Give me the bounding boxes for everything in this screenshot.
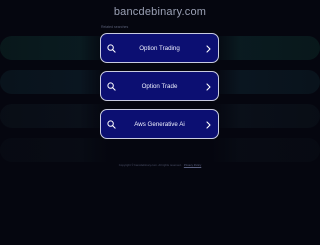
related-search-label: Option Trading	[139, 44, 180, 52]
search-icon	[107, 44, 116, 53]
site-domain-title: bancdebinary.com	[113, 6, 207, 18]
search-icon	[107, 82, 116, 91]
related-search-button-aws-generative-ai[interactable]: Aws Generative Ai	[100, 109, 219, 139]
chevron-right-icon	[206, 83, 211, 91]
copyright-text: Copyright © bancdebinary.com. All rights…	[118, 163, 182, 167]
search-icon	[107, 120, 116, 129]
footer: Copyright © bancdebinary.com. All rights…	[0, 163, 320, 167]
chevron-right-icon	[206, 121, 211, 129]
privacy-policy-link[interactable]: Privacy Policy	[184, 163, 201, 167]
related-searches-label: Related searches	[101, 25, 129, 29]
chevron-right-icon	[206, 45, 211, 53]
background-band	[0, 138, 320, 162]
related-search-button-option-trade[interactable]: Option Trade	[100, 71, 219, 101]
related-search-label: Aws Generative Ai	[134, 120, 185, 128]
related-search-label: Option Trade	[141, 82, 178, 90]
related-search-button-option-trading[interactable]: Option Trading	[100, 33, 219, 63]
